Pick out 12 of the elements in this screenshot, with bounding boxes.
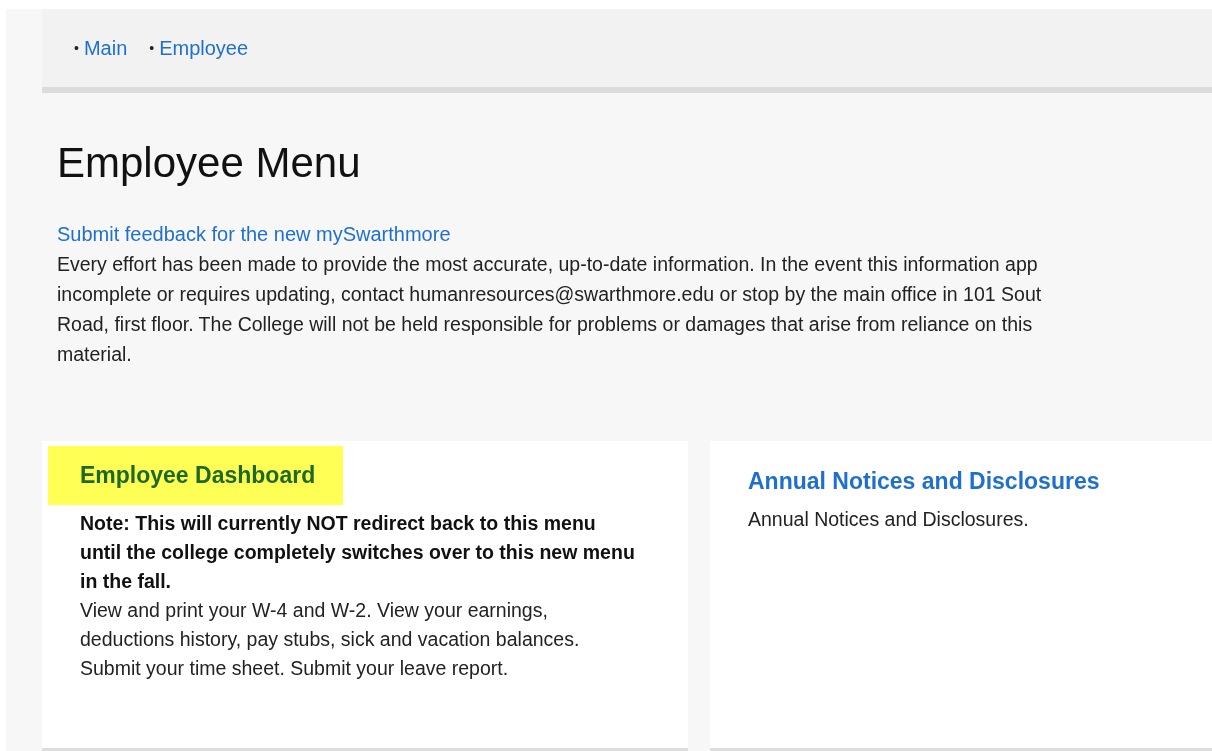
page-title: Employee Menu — [57, 138, 362, 188]
feedback-link[interactable]: Submit feedback for the new mySwarthmore — [57, 219, 451, 249]
bullet-mark: • — [149, 40, 155, 56]
card-description: Annual Notices and Disclosures. — [748, 507, 1030, 532]
card-description: View and print your W-4 and W-2. View your earnings, deductions history, pay stubs, sick and vacation balances. Submit your time sheet. Submit your leave report. — [80, 598, 581, 681]
card-note: Note: This will currently NOT redirect back to this menu until the college completely switches over to this new menu in the fall. — [80, 511, 636, 594]
card-title-link[interactable]: Employee Dashboard — [48, 446, 344, 505]
breadcrumb-link[interactable]: Employee — [159, 36, 249, 60]
disclaimer-text: Every effort has been made to provide the most accurate, up-to-date information. In the event this information app incomplete or requires updating, contact humanresources@swarthmore.edu or stop by the main office in 101 Sout Road, first floor. The College will not be held responsible for problems or damages that arise from reliance on this material. — [57, 252, 1043, 367]
card-title-link[interactable]: Annual Notices and Disclosures — [748, 465, 1100, 497]
breadcrumb-link[interactable]: Main — [83, 36, 128, 60]
bullet-mark: • — [74, 40, 79, 56]
